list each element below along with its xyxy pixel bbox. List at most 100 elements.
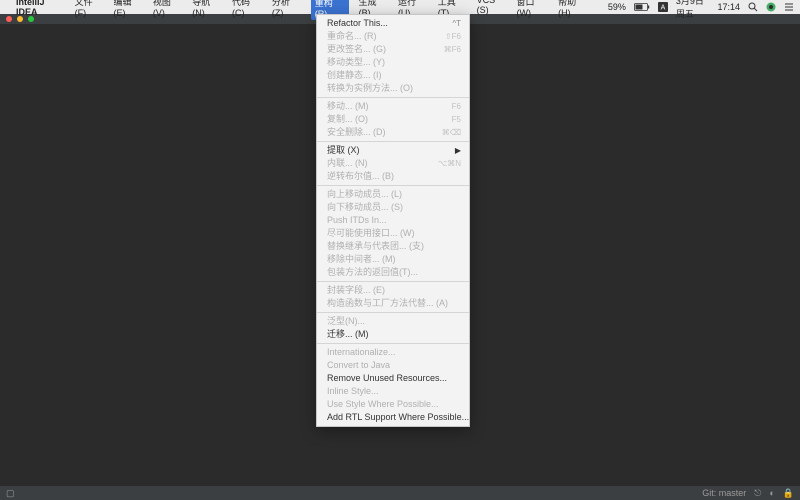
lock-icon: 🔒 bbox=[783, 488, 794, 499]
menu-item[interactable]: 提取 (X) ▶ bbox=[317, 144, 469, 157]
menu-item-label: Refactor This... bbox=[327, 18, 388, 29]
menu-item: 复制... (O) F5 bbox=[317, 113, 469, 126]
menu-item: 更改签名... (G) ⌘F6 bbox=[317, 43, 469, 56]
menu-item: Inline Style... bbox=[317, 385, 469, 398]
menu-item: 重命名... (R) ⇧F6 bbox=[317, 30, 469, 43]
menu-item-label: Convert to Java bbox=[327, 360, 390, 371]
menu-item-label: 泛型(N)... bbox=[327, 316, 365, 327]
git-branch-label[interactable]: Git: master bbox=[702, 488, 746, 498]
menu-item-label: 重命名... (R) bbox=[327, 31, 377, 42]
menu-separator bbox=[317, 343, 469, 344]
siri-icon[interactable] bbox=[766, 2, 776, 12]
menu-z[interactable]: 分析 (Z) bbox=[272, 0, 301, 20]
battery-percent: 59% bbox=[608, 2, 626, 12]
mac-status-area: 59% A 3月9日 周五 17:14 bbox=[608, 0, 794, 20]
menu-item-label: 内联... (N) bbox=[327, 158, 368, 169]
menu-separator bbox=[317, 312, 469, 313]
menu-item: 封装字段... (E) bbox=[317, 284, 469, 297]
menu-item: 泛型(N)... bbox=[317, 315, 469, 328]
menu-item-label: 转换为实例方法... (O) bbox=[327, 83, 413, 94]
menu-item-label: Push ITDs In... bbox=[327, 215, 387, 226]
menu-item-shortcut: ^T bbox=[452, 18, 461, 29]
menu-item-label: 移除中间者... (M) bbox=[327, 254, 396, 265]
status-icon-1[interactable]: ⎋ bbox=[754, 488, 761, 499]
menu-item: 尽可能使用接口... (W) bbox=[317, 227, 469, 240]
menu-vcss[interactable]: VCS (S) bbox=[477, 0, 507, 20]
menu-item: 转换为实例方法... (O) bbox=[317, 82, 469, 95]
menu-separator bbox=[317, 141, 469, 142]
status-left-icon[interactable]: ▢ bbox=[6, 488, 15, 499]
menu-item-label: Use Style Where Possible... bbox=[327, 399, 439, 410]
menu-item[interactable]: Refactor This... ^T bbox=[317, 17, 469, 30]
menu-item: 移动... (M) F6 bbox=[317, 100, 469, 113]
menu-e[interactable]: 编辑 (E) bbox=[114, 0, 143, 20]
time-text: 17:14 bbox=[717, 2, 740, 12]
menu-item-shortcut: ⌘F6 bbox=[444, 44, 461, 55]
menu-item: 移除中间者... (M) bbox=[317, 253, 469, 266]
menu-item-shortcut: F5 bbox=[452, 114, 461, 125]
menu-item: 创建静态... (I) bbox=[317, 69, 469, 82]
menu-item-shortcut: ⌘⌫ bbox=[442, 127, 461, 138]
menu-item[interactable]: Add RTL Support Where Possible... bbox=[317, 411, 469, 424]
menu-w[interactable]: 窗口 (W) bbox=[516, 0, 548, 20]
ide-status-bar: ▢ Git: master ⎋ ◐ 🔒 bbox=[0, 486, 800, 500]
menu-item-label: 构造函数与工厂方法代替... (A) bbox=[327, 298, 448, 309]
close-window-button[interactable] bbox=[6, 16, 12, 22]
menu-item[interactable]: 迁移... (M) bbox=[317, 328, 469, 341]
menu-item-shortcut: ⌥⌘N bbox=[438, 158, 461, 169]
menu-item-label: 移动... (M) bbox=[327, 101, 369, 112]
menu-item: 包装方法的返回值(T)... bbox=[317, 266, 469, 279]
menu-item-shortcut: F6 bbox=[452, 101, 461, 112]
menu-item-label: Inline Style... bbox=[327, 386, 379, 397]
menu-item: 向上移动成员... (L) bbox=[317, 188, 469, 201]
refactor-menu-dropdown: Refactor This...^T重命名... (R)⇧F6更改签名... (… bbox=[316, 14, 470, 427]
menu-item: 构造函数与工厂方法代替... (A) bbox=[317, 297, 469, 310]
menu-item: 向下移动成员... (S) bbox=[317, 201, 469, 214]
menu-item-label: Remove Unused Resources... bbox=[327, 373, 447, 384]
menu-item-label: 移动类型... (Y) bbox=[327, 57, 385, 68]
date-text: 3月9日 周五 bbox=[676, 0, 710, 20]
menu-f[interactable]: 文件 (F) bbox=[75, 0, 104, 20]
status-icon-2[interactable]: ◐ bbox=[769, 488, 774, 498]
menu-item-label: Internationalize... bbox=[327, 347, 396, 358]
menu-h[interactable]: 帮助 (H) bbox=[558, 0, 588, 20]
menu-item-label: 逆转布尔值... (B) bbox=[327, 171, 394, 182]
menu-separator bbox=[317, 281, 469, 282]
menu-item: Use Style Where Possible... bbox=[317, 398, 469, 411]
menu-item: Convert to Java bbox=[317, 359, 469, 372]
menu-item: 替换继承与代表团... (支) bbox=[317, 240, 469, 253]
menu-item: 安全删除... (D) ⌘⌫ bbox=[317, 126, 469, 139]
menu-item-label: 提取 (X) bbox=[327, 145, 360, 156]
menu-separator bbox=[317, 97, 469, 98]
menu-item: 内联... (N) ⌥⌘N bbox=[317, 157, 469, 170]
menu-item-label: 安全删除... (D) bbox=[327, 127, 386, 138]
svg-text:A: A bbox=[661, 5, 666, 12]
menu-item-label: 封装字段... (E) bbox=[327, 285, 385, 296]
menu-item-label: 创建静态... (I) bbox=[327, 70, 382, 81]
menu-item: Internationalize... bbox=[317, 346, 469, 359]
menu-n[interactable]: 导航 (N) bbox=[192, 0, 222, 20]
menu-c[interactable]: 代码 (C) bbox=[232, 0, 262, 20]
menu-item-label: 迁移... (M) bbox=[327, 329, 369, 340]
menu-separator bbox=[317, 185, 469, 186]
menu-item-label: Add RTL Support Where Possible... bbox=[327, 412, 469, 423]
menu-item-label: 替换继承与代表团... (支) bbox=[327, 241, 424, 252]
input-source-icon[interactable]: A bbox=[658, 2, 668, 12]
menu-item: 逆转布尔值... (B) bbox=[317, 170, 469, 183]
menu-item-label: 向下移动成员... (S) bbox=[327, 202, 403, 213]
menu-item-label: 更改签名... (G) bbox=[327, 44, 386, 55]
menu-item-label: 包装方法的返回值(T)... bbox=[327, 267, 418, 278]
menu-item-label: 复制... (O) bbox=[327, 114, 368, 125]
menu-item-shortcut: ⇧F6 bbox=[445, 31, 461, 42]
notification-center-icon[interactable] bbox=[784, 2, 794, 12]
app-name[interactable]: IntelliJ IDEA bbox=[16, 0, 65, 17]
submenu-arrow-icon: ▶ bbox=[455, 145, 461, 156]
mac-menubar: IntelliJ IDEA 文件 (F)编辑 (E)视图 (V)导航 (N)代码… bbox=[0, 0, 800, 14]
spotlight-icon[interactable] bbox=[748, 2, 758, 12]
battery-icon bbox=[634, 3, 650, 11]
menu-v[interactable]: 视图 (V) bbox=[153, 0, 182, 20]
menu-item-label: 尽可能使用接口... (W) bbox=[327, 228, 415, 239]
menu-item[interactable]: Remove Unused Resources... bbox=[317, 372, 469, 385]
menu-item-label: 向上移动成员... (L) bbox=[327, 189, 402, 200]
menu-item: 移动类型... (Y) bbox=[317, 56, 469, 69]
